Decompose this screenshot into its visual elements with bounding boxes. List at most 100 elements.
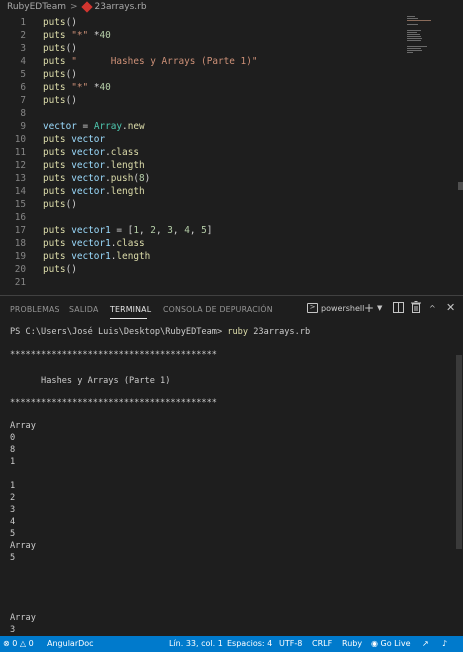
terminal-output-line: Array — [10, 541, 36, 551]
code-token: * — [88, 30, 100, 41]
line-number: 21 — [14, 277, 26, 288]
code-token: () — [65, 199, 77, 210]
code-token: , — [138, 225, 151, 236]
code-text: puts() — [43, 263, 77, 276]
breadcrumb-separator: > — [70, 2, 78, 12]
minimap[interactable] — [405, 14, 457, 60]
breadcrumb: RubyEDTeam > 23arrays.rb — [0, 0, 463, 14]
code-line[interactable]: 19 puts vector1.length — [0, 250, 400, 263]
terminal-shell-label[interactable]: powershell — [321, 304, 364, 313]
code-line[interactable]: 10 puts vector — [0, 133, 400, 146]
code-token: () — [65, 69, 77, 80]
problems-indicator[interactable]: ⊗ 0 △ 0 — [3, 639, 34, 648]
code-token: puts — [43, 69, 66, 80]
code-line[interactable]: 17 puts vector1 = [1, 2, 3, 4, 5] — [0, 224, 400, 237]
code-line[interactable]: 9 vector = Array.new — [0, 120, 400, 133]
feedback-icon[interactable]: ↗ — [422, 639, 429, 648]
language-mode[interactable]: Ruby — [342, 639, 362, 648]
cursor-position[interactable]: Lín. 33, col. 1 — [169, 639, 223, 648]
code-line[interactable]: 13 puts vector.push(8) — [0, 172, 400, 185]
go-live-button[interactable]: ◉ Go Live — [371, 639, 411, 648]
code-token: , — [172, 225, 185, 236]
terminal-output[interactable]: PS C:\Users\José Luis\Desktop\RubyEDTeam… — [0, 322, 463, 636]
code-token: Array — [93, 121, 123, 132]
code-token: ) — [144, 173, 151, 184]
code-line[interactable]: 21 — [0, 276, 400, 289]
code-line[interactable]: 1 puts() — [0, 16, 400, 29]
status-bar: ⊗ 0 △ 0 AngularDoc Lín. 33, col. 1 Espac… — [0, 636, 463, 652]
angular-doc-item[interactable]: AngularDoc — [47, 639, 94, 648]
code-token: vector — [71, 147, 106, 158]
close-icon[interactable]: ✕ — [446, 301, 455, 314]
tab-problems[interactable]: PROBLEMAS — [10, 305, 60, 314]
terminal-command: ruby — [227, 327, 249, 337]
line-number: 3 — [20, 43, 26, 54]
code-line[interactable]: 20 puts() — [0, 263, 400, 276]
code-token: puts — [43, 225, 66, 236]
code-token: , — [155, 225, 168, 236]
encoding[interactable]: UTF-8 — [279, 639, 302, 648]
line-number: 5 — [20, 69, 26, 80]
code-token: vector — [71, 186, 106, 197]
code-token: puts — [43, 95, 66, 106]
code-token: puts — [43, 160, 66, 171]
breadcrumb-folder[interactable]: RubyEDTeam — [7, 2, 66, 12]
code-line[interactable]: 11 puts vector.class — [0, 146, 400, 159]
terminal-output-line: 3 — [10, 505, 16, 515]
line-number: 13 — [14, 173, 26, 184]
breadcrumb-file[interactable]: 23arrays.rb — [95, 2, 147, 12]
terminal-scrollbar[interactable] — [456, 355, 462, 549]
code-token: "*" — [71, 30, 89, 41]
chevron-up-icon[interactable]: ^ — [429, 304, 436, 313]
code-line[interactable]: 3 puts() — [0, 42, 400, 55]
code-line[interactable]: 14 puts vector.length — [0, 185, 400, 198]
code-token: vector1 — [71, 225, 111, 236]
code-text: vector = Array.new — [43, 120, 145, 133]
chevron-down-icon[interactable]: ▼ — [377, 304, 382, 312]
code-token: vector1 — [71, 251, 111, 262]
terminal-output-line: Array — [10, 613, 36, 623]
code-text: puts "*" *40 — [43, 81, 111, 94]
line-number: 4 — [20, 56, 26, 67]
code-line[interactable]: 8 — [0, 107, 400, 120]
code-line[interactable]: 15 puts() — [0, 198, 400, 211]
tab-terminal[interactable]: TERMINAL — [110, 305, 151, 314]
code-line[interactable]: 12 puts vector.length — [0, 159, 400, 172]
bell-icon[interactable]: ♪ — [442, 639, 447, 648]
terminal-title-line: Hashes y Arrays (Parte 1) — [10, 376, 171, 386]
plus-icon[interactable]: + — [364, 301, 374, 315]
terminal-output-line: 5 — [10, 553, 16, 563]
code-text: puts() — [43, 16, 77, 29]
code-editor[interactable]: 1 puts() 2 puts "*" *40 3 puts() 4 puts " Hashe… — [0, 14, 463, 295]
indentation[interactable]: Espacios: 4 — [227, 639, 272, 648]
terminal-output-line: 1 — [10, 481, 16, 491]
tab-debug-console[interactable]: CONSOLA DE DEPURACIÓN — [163, 305, 273, 314]
code-text: puts vector.push(8) — [43, 172, 150, 185]
code-token: puts — [43, 17, 66, 28]
code-line[interactable]: 18 puts vector1.class — [0, 237, 400, 250]
code-line[interactable]: 5 puts() — [0, 68, 400, 81]
code-token: new — [127, 121, 145, 132]
line-ending[interactable]: CRLF — [312, 639, 332, 648]
code-line[interactable]: 4 puts " Hashes y Arrays (Parte 1)" — [0, 55, 400, 68]
code-token: = [ — [110, 225, 134, 236]
terminal-command-line: PS C:\Users\José Luis\Desktop\RubyEDTeam… — [10, 326, 310, 338]
editor-scrollbar[interactable] — [458, 182, 463, 190]
ruby-file-icon — [80, 1, 93, 13]
code-token: = — [76, 121, 94, 132]
tab-output[interactable]: SALIDA — [69, 305, 98, 314]
split-icon[interactable] — [393, 302, 404, 316]
code-line[interactable]: 7 puts() — [0, 94, 400, 107]
code-token: " Hashes y Arrays (Parte 1)" — [71, 56, 258, 67]
code-token: () — [65, 95, 77, 106]
code-line[interactable]: 16 — [0, 211, 400, 224]
trash-icon[interactable] — [411, 301, 421, 316]
code-line[interactable]: 2 puts "*" *40 — [0, 29, 400, 42]
terminal-output-line: Array — [10, 421, 36, 431]
code-token: * — [88, 82, 100, 93]
terminal-command-arg: 23arrays.rb — [253, 327, 311, 337]
code-token: vector — [71, 160, 106, 171]
code-token: vector — [71, 173, 106, 184]
code-line[interactable]: 6 puts "*" *40 — [0, 81, 400, 94]
terminal-prompt: PS C:\Users\José Luis\Desktop\RubyEDTeam… — [10, 327, 223, 337]
